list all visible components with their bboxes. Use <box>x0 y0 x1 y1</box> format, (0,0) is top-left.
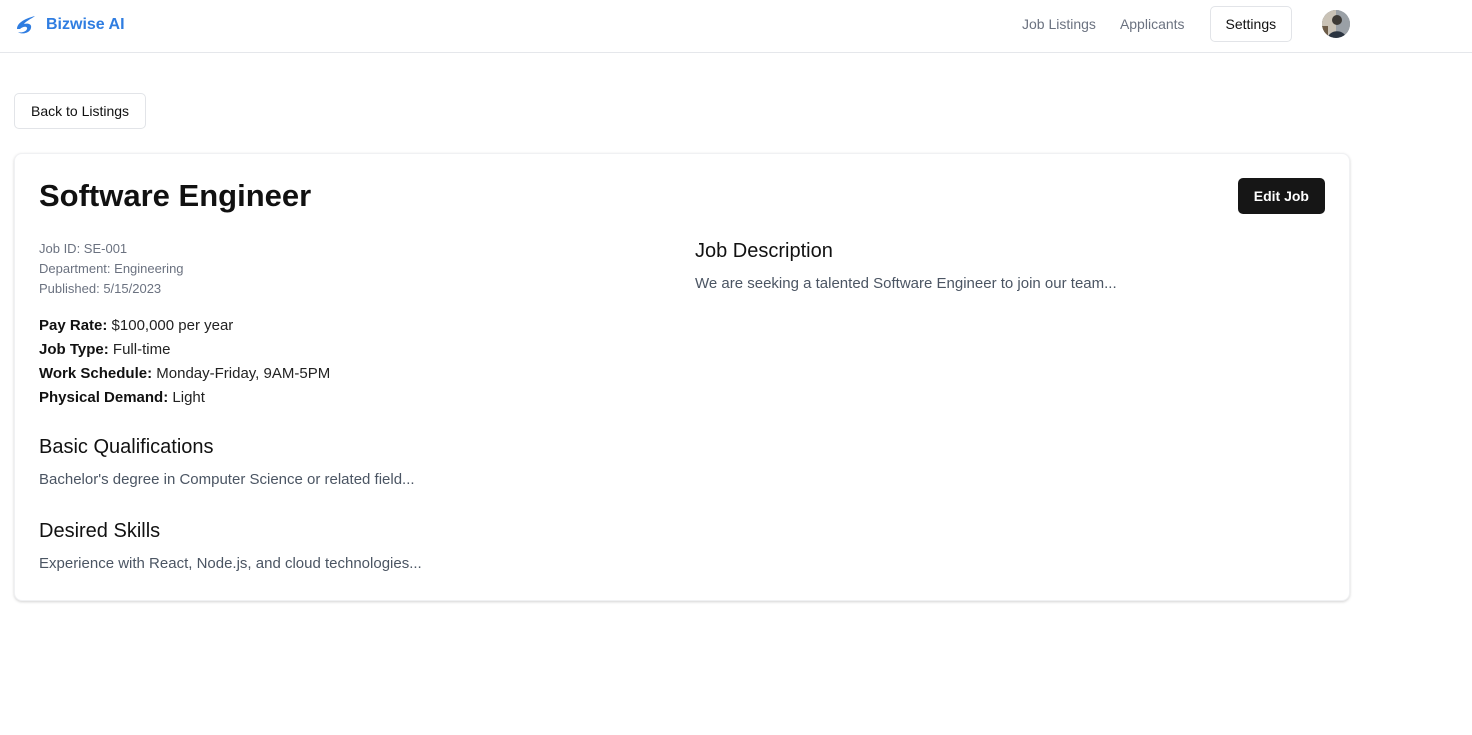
job-title: Software Engineer <box>39 178 312 213</box>
back-to-listings-button[interactable]: Back to Listings <box>14 93 147 129</box>
avatar-photo-icon <box>1322 10 1350 38</box>
edit-job-button[interactable]: Edit Job <box>1237 178 1325 214</box>
desired-skills-heading: Desired Skills <box>39 520 161 542</box>
job-type-value: Full-time <box>112 341 171 358</box>
user-avatar[interactable] <box>1322 10 1350 38</box>
job-meta: Job ID: SE-001 Department: Engineering P… <box>39 239 184 299</box>
settings-button[interactable]: Settings <box>1209 6 1293 42</box>
work-schedule-value: Monday-Friday, 9AM-5PM <box>156 365 331 382</box>
desired-skills-text: Experience with React, Node.js, and clou… <box>39 555 422 572</box>
basic-qualifications-heading: Basic Qualifications <box>39 436 214 458</box>
pay-rate-value: $100,000 per year <box>111 317 234 334</box>
bizwise-logo-icon <box>17 16 35 34</box>
job-type-label: Job Type: <box>39 341 109 358</box>
physical-demand-row: Physical Demand: Light <box>39 386 330 410</box>
job-detail-card: Software Engineer Edit Job Job ID: SE-00… <box>14 153 1350 601</box>
physical-demand-value: Light <box>172 389 205 406</box>
job-id: Job ID: SE-001 <box>39 241 128 256</box>
basic-qualifications-section: Basic Qualifications Bachelor's degree i… <box>39 436 415 488</box>
pay-rate-label: Pay Rate: <box>39 317 108 334</box>
job-description-section: Job Description We are seeking a talente… <box>695 240 1117 292</box>
nav-applicants[interactable]: Applicants <box>1108 6 1197 42</box>
job-type-row: Job Type: Full-time <box>39 338 330 362</box>
brand-name: Bizwise AI <box>46 16 125 33</box>
desired-skills-section: Desired Skills Experience with React, No… <box>39 520 422 572</box>
physical-demand-label: Physical Demand: <box>39 389 169 406</box>
basic-qualifications-text: Bachelor's degree in Computer Science or… <box>39 471 415 488</box>
nav-job-listings[interactable]: Job Listings <box>1010 6 1108 42</box>
top-navigation-bar: Bizwise AI Job Listings Applicants Setti… <box>0 0 1472 53</box>
job-description-text: We are seeking a talented Software Engin… <box>695 275 1117 292</box>
job-description-heading: Job Description <box>695 240 833 262</box>
work-schedule-row: Work Schedule: Monday-Friday, 9AM-5PM <box>39 362 330 386</box>
job-details: Pay Rate: $100,000 per year Job Type: Fu… <box>39 314 330 410</box>
main-nav: Job Listings Applicants Settings <box>1010 6 1293 42</box>
work-schedule-label: Work Schedule: <box>39 365 153 382</box>
pay-rate-row: Pay Rate: $100,000 per year <box>39 314 330 338</box>
job-department: Department: Engineering <box>39 261 184 276</box>
brand-logo-link[interactable]: Bizwise AI <box>14 12 125 38</box>
job-published-date: Published: 5/15/2023 <box>39 281 162 296</box>
